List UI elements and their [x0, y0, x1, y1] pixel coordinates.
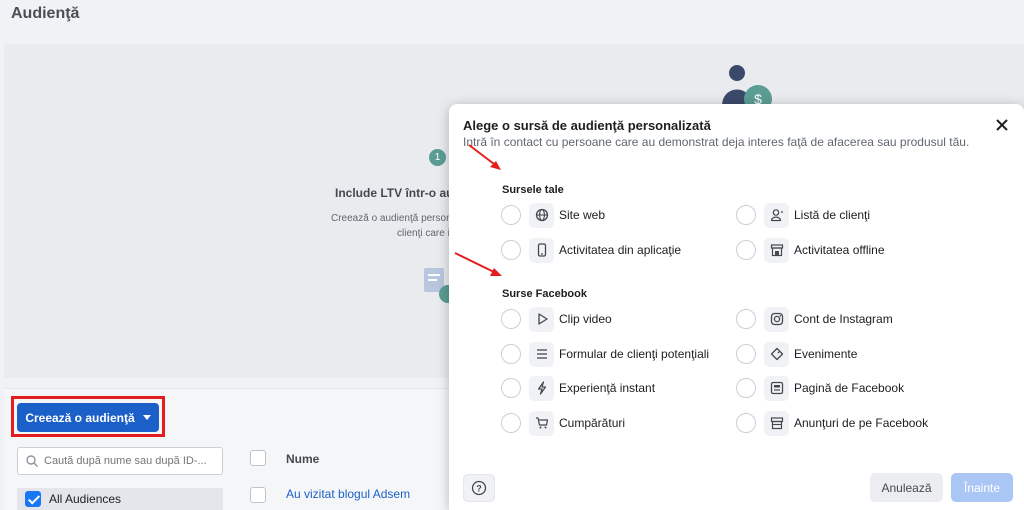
- option-label: Evenimente: [794, 347, 858, 361]
- option-label: Listă de clienţi: [794, 208, 871, 222]
- facebook-page-icon: [764, 375, 789, 401]
- radio-button[interactable]: [736, 413, 756, 433]
- tag-icon: [764, 341, 789, 367]
- custom-audience-source-dialog: Alege o sursă de audienţă personalizată …: [449, 104, 1024, 510]
- close-icon[interactable]: [994, 117, 1010, 133]
- search-box[interactable]: [17, 447, 223, 475]
- option-label: Anunţuri de pe Facebook: [794, 416, 929, 430]
- question-circle-icon: ?: [471, 480, 487, 496]
- create-audience-label: Creează o audienţă: [25, 410, 135, 425]
- option-label: Experienţă instant: [559, 381, 656, 395]
- offline-store-icon: [764, 237, 789, 263]
- radio-button[interactable]: [736, 240, 756, 260]
- option-facebook-listings[interactable]: Anunţuri de pe Facebook: [736, 410, 928, 436]
- globe-icon: [529, 202, 554, 228]
- step-number: 1: [429, 149, 446, 166]
- radio-button[interactable]: [736, 378, 756, 398]
- page-title: Audienţă: [11, 5, 80, 22]
- dialog-title: Alege o sursă de audienţă personalizată: [463, 118, 711, 133]
- radio-button[interactable]: [501, 205, 521, 225]
- option-offline-activity[interactable]: Activitatea offline: [736, 237, 885, 263]
- radio-button[interactable]: [501, 413, 521, 433]
- customer-list-icon: [764, 202, 789, 228]
- option-instagram-account[interactable]: Cont de Instagram: [736, 306, 893, 332]
- lightning-icon: [529, 375, 554, 401]
- radio-button[interactable]: [736, 309, 756, 329]
- filter-all-audiences[interactable]: All Audiences: [17, 488, 223, 510]
- ltv-description: Creează o audienţă personalizată: [331, 213, 449, 224]
- form-lines-icon: [529, 341, 554, 367]
- all-audiences-checkbox[interactable]: [25, 491, 41, 507]
- option-customer-list[interactable]: Listă de clienţi: [736, 202, 870, 228]
- section-facebook-sources: Surse Facebook: [502, 288, 587, 300]
- cancel-button[interactable]: Anulează: [870, 473, 943, 502]
- column-header-name[interactable]: Nume: [286, 452, 319, 466]
- option-label: Formular de clienţi potenţiali: [559, 347, 710, 361]
- option-label: Cumpărături: [559, 416, 626, 430]
- document-illustration-icon: [424, 268, 450, 303]
- option-label: Site web: [559, 208, 606, 222]
- option-instant-experience[interactable]: Experienţă instant: [501, 375, 655, 401]
- next-button[interactable]: Înainte: [951, 473, 1013, 502]
- ltv-description-cont: clienţi care iau: [397, 228, 449, 239]
- create-audience-button[interactable]: Creează o audienţă: [17, 403, 159, 432]
- option-lead-form[interactable]: Formular de clienţi potenţiali: [501, 341, 709, 367]
- select-all-checkbox[interactable]: [250, 450, 266, 466]
- radio-button[interactable]: [501, 309, 521, 329]
- table-row-name-link[interactable]: Au vizitat blogul Adsem: [286, 487, 410, 501]
- option-label: Cont de Instagram: [794, 312, 893, 326]
- svg-text:?: ?: [476, 484, 482, 494]
- mobile-app-icon: [529, 237, 554, 263]
- option-events[interactable]: Evenimente: [736, 341, 857, 367]
- radio-button[interactable]: [736, 344, 756, 364]
- section-your-sources: Sursele tale: [502, 184, 564, 196]
- option-label: Activitatea offline: [794, 243, 885, 257]
- option-video[interactable]: Clip video: [501, 306, 612, 332]
- option-app-activity[interactable]: Activitatea din aplicaţie: [501, 237, 681, 263]
- person-dollar-icon: $: [722, 65, 772, 106]
- annotation-arrow-icon: [454, 252, 502, 276]
- caret-down-icon: [142, 415, 151, 420]
- shopping-cart-icon: [529, 410, 554, 436]
- option-website[interactable]: Site web: [501, 202, 605, 228]
- help-button[interactable]: ?: [463, 474, 495, 502]
- radio-button[interactable]: [736, 205, 756, 225]
- option-label: Clip video: [559, 312, 612, 326]
- all-audiences-label: All Audiences: [49, 492, 122, 506]
- search-icon: [26, 455, 38, 467]
- option-shopping[interactable]: Cumpărături: [501, 410, 625, 436]
- radio-button[interactable]: [501, 378, 521, 398]
- annotation-arrow-icon: [468, 144, 501, 170]
- option-label: Activitatea din aplicaţie: [559, 243, 682, 257]
- row-checkbox[interactable]: [250, 487, 266, 503]
- option-facebook-page[interactable]: Pagină de Facebook: [736, 375, 904, 401]
- ltv-heading: Include LTV într-o audienţă: [335, 186, 449, 200]
- dialog-subtitle: Intră în contact cu persoane care au dem…: [463, 135, 970, 149]
- play-icon: [529, 306, 554, 332]
- option-label: Pagină de Facebook: [794, 381, 905, 395]
- radio-button[interactable]: [501, 344, 521, 364]
- search-input[interactable]: [44, 455, 219, 467]
- marketplace-icon: [764, 410, 789, 436]
- instagram-icon: [764, 306, 789, 332]
